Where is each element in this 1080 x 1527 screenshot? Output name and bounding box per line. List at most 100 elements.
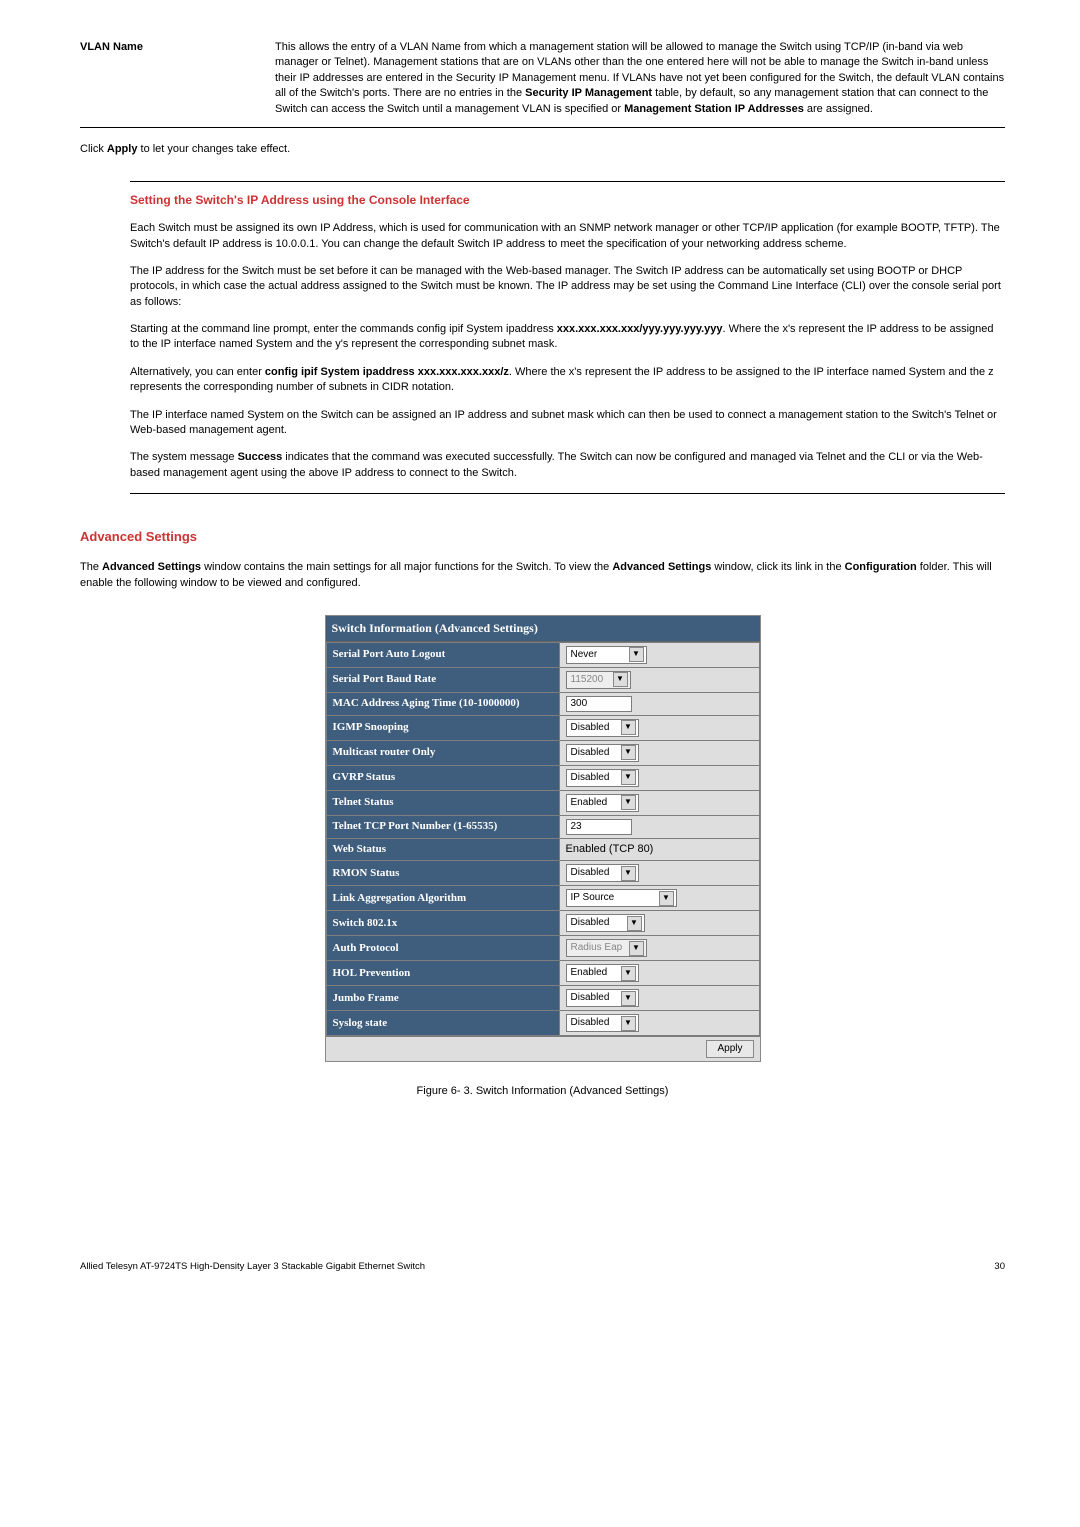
chevron-down-icon: ▼: [629, 941, 644, 956]
dropdown-value: Enabled: [571, 796, 617, 810]
p6-bold: Success: [238, 451, 283, 463]
settings-row: Auth Protocol Radius Eap ▼: [326, 936, 759, 961]
dropdown[interactable]: Enabled▼: [566, 964, 639, 982]
section-divider-bottom: [130, 493, 1005, 494]
paragraph-4: Alternatively, you can enter config ipif…: [130, 365, 1005, 396]
p3-pre: Starting at the command line prompt, ent…: [130, 323, 557, 335]
text-input[interactable]: 300: [566, 696, 632, 712]
paragraph-6: The system message Success indicates tha…: [130, 450, 1005, 481]
settings-row-label: Web Status: [326, 838, 559, 860]
settings-row-value: 115200 ▼: [559, 667, 759, 692]
settings-row-value: 23: [559, 815, 759, 838]
chevron-down-icon: ▼: [621, 1016, 636, 1031]
settings-row-label: MAC Address Aging Time (10-1000000): [326, 692, 559, 715]
chevron-down-icon: ▼: [621, 795, 636, 810]
page-footer: Allied Telesyn AT-9724TS High-Density La…: [80, 1260, 1005, 1273]
adv-mid2: window, click its link in the: [711, 561, 844, 573]
p4-bold: config ipif System ipaddress xxx.xxx.xxx…: [265, 366, 509, 378]
settings-row-value: Disabled ▼: [559, 740, 759, 765]
vlan-name-row: VLAN Name This allows the entry of a VLA…: [80, 40, 1005, 128]
settings-row-label: Link Aggregation Algorithm: [326, 886, 559, 911]
settings-row: MAC Address Aging Time (10-1000000) 300: [326, 692, 759, 715]
footer-left: Allied Telesyn AT-9724TS High-Density La…: [80, 1260, 425, 1273]
section-divider-top: [130, 181, 1005, 182]
vlan-name-label: VLAN Name: [80, 40, 275, 117]
settings-row: Telnet Status Enabled ▼: [326, 790, 759, 815]
click-apply-text: Click Apply to let your changes take eff…: [80, 142, 1005, 157]
dropdown[interactable]: Disabled▼: [566, 864, 639, 882]
chevron-down-icon: ▼: [659, 891, 674, 906]
adv-pre: The: [80, 561, 102, 573]
dropdown[interactable]: Disabled▼: [566, 989, 639, 1007]
settings-row-value: Radius Eap ▼: [559, 936, 759, 961]
settings-table: Serial Port Auto LogoutNever▼Serial Port…: [326, 642, 760, 1036]
settings-row-value: Disabled▼: [559, 986, 759, 1011]
footer-page-number: 30: [994, 1260, 1005, 1273]
paragraph-3: Starting at the command line prompt, ent…: [130, 322, 1005, 353]
dropdown[interactable]: Disabled ▼: [566, 1014, 639, 1032]
dropdown[interactable]: Never▼: [566, 646, 647, 664]
vlan-bold-1: Security IP Management: [525, 87, 652, 99]
advanced-settings-description: The Advanced Settings window contains th…: [80, 560, 1005, 591]
dropdown-value: Never: [571, 648, 625, 662]
adv-mid: window contains the main settings for al…: [201, 561, 612, 573]
dropdown-value: 115200: [571, 673, 609, 687]
dropdown-value: Disabled: [571, 746, 617, 760]
settings-row: Web StatusEnabled (TCP 80): [326, 838, 759, 860]
dropdown-value: IP Source: [571, 891, 655, 905]
settings-row-label: Telnet Status: [326, 790, 559, 815]
settings-row-value: Disabled▼: [559, 861, 759, 886]
settings-row: IGMP SnoopingDisabled▼: [326, 715, 759, 740]
settings-row-value: Enabled ▼: [559, 790, 759, 815]
settings-screenshot: Switch Information (Advanced Settings) S…: [325, 615, 761, 1062]
settings-row-label: Serial Port Auto Logout: [326, 642, 559, 667]
dropdown[interactable]: Disabled ▼: [566, 744, 639, 762]
click-apply-post: to let your changes take effect.: [137, 143, 290, 155]
settings-row-value: Disabled▼: [559, 911, 759, 936]
settings-header: Switch Information (Advanced Settings): [326, 616, 760, 642]
settings-row-value: Disabled▼: [559, 715, 759, 740]
vlan-name-description: This allows the entry of a VLAN Name fro…: [275, 40, 1005, 117]
chevron-down-icon: ▼: [621, 770, 636, 785]
settings-row-value: Never▼: [559, 642, 759, 667]
settings-row: HOL PreventionEnabled▼: [326, 961, 759, 986]
click-apply-bold: Apply: [107, 143, 138, 155]
dropdown[interactable]: Disabled ▼: [566, 769, 639, 787]
settings-row-label: GVRP Status: [326, 765, 559, 790]
paragraph-2: The IP address for the Switch must be se…: [130, 264, 1005, 310]
settings-row-label: Multicast router Only: [326, 740, 559, 765]
settings-row: Serial Port Auto Logout Never▼: [326, 642, 759, 667]
dropdown-value: Disabled: [571, 1016, 617, 1030]
dropdown[interactable]: IP Source ▼: [566, 889, 677, 907]
settings-row: Link Aggregation Algorithm IP Source ▼: [326, 886, 759, 911]
dropdown-value: Disabled: [571, 866, 617, 880]
settings-row-label: Jumbo Frame: [326, 986, 559, 1011]
advanced-settings-heading: Advanced Settings: [80, 528, 1005, 546]
text-input[interactable]: 23: [566, 819, 632, 835]
p3-bold: xxx.xxx.xxx.xxx/yyy.yyy.yyy.yyy: [557, 323, 723, 335]
settings-row: GVRP Status Disabled ▼: [326, 765, 759, 790]
paragraph-5: The IP interface named System on the Swi…: [130, 408, 1005, 439]
settings-row-value: Enabled▼: [559, 961, 759, 986]
chevron-down-icon: ▼: [621, 991, 636, 1006]
dropdown-value: Disabled: [571, 771, 617, 785]
dropdown[interactable]: Disabled▼: [566, 914, 645, 932]
settings-row-label: Auth Protocol: [326, 936, 559, 961]
settings-row-value: 300: [559, 692, 759, 715]
settings-row: Multicast router Only Disabled ▼: [326, 740, 759, 765]
section-heading: Setting the Switch's IP Address using th…: [130, 192, 1005, 209]
settings-row-value: Disabled ▼: [559, 1011, 759, 1036]
dropdown-value: Radius Eap: [571, 941, 625, 955]
dropdown[interactable]: Enabled ▼: [566, 794, 639, 812]
dropdown: 115200 ▼: [566, 671, 631, 689]
adv-b3: Configuration: [845, 561, 917, 573]
chevron-down-icon: ▼: [613, 672, 628, 687]
dropdown-value: Disabled: [571, 721, 617, 735]
apply-button[interactable]: Apply: [706, 1040, 753, 1058]
dropdown[interactable]: Disabled▼: [566, 719, 639, 737]
vlan-desc-text-3: are assigned.: [804, 103, 873, 115]
settings-row: Serial Port Baud Rate 115200 ▼: [326, 667, 759, 692]
settings-row: Switch 802.1xDisabled▼: [326, 911, 759, 936]
settings-row-label: Serial Port Baud Rate: [326, 667, 559, 692]
chevron-down-icon: ▼: [621, 745, 636, 760]
